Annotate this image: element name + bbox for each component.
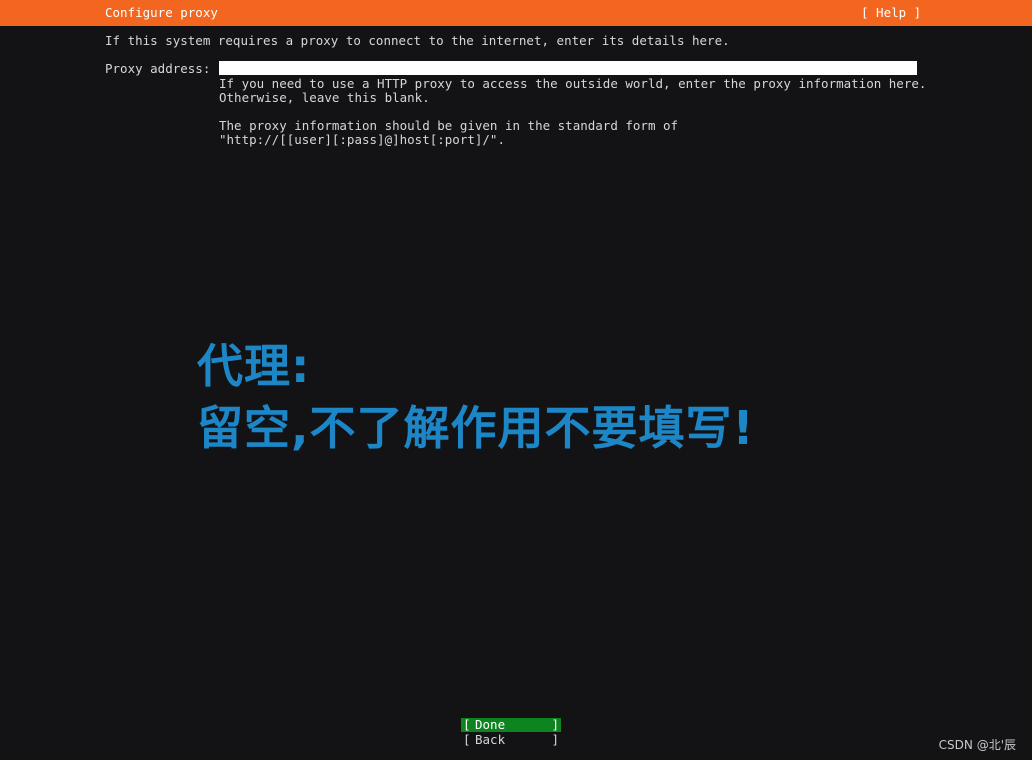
proxy-address-input[interactable]: [219, 61, 917, 75]
back-label: Back: [475, 732, 506, 747]
proxy-help-line-3: The proxy information should be given in…: [219, 118, 679, 133]
overlay-annotation-line-1: 代理:: [197, 339, 311, 393]
back-button[interactable]: [ Back ]: [461, 733, 561, 747]
overlay-annotation-line-2: 留空,不了解作用不要填写!: [197, 401, 755, 455]
header-bar: Configure proxy [ Help ]: [0, 0, 1032, 26]
done-label: Done: [475, 717, 506, 732]
back-bracket-right: ]: [551, 732, 559, 747]
page-title: Configure proxy: [105, 5, 218, 20]
proxy-help-line-2: Otherwise, leave this blank.: [219, 90, 430, 105]
done-bracket-right: ]: [551, 717, 559, 732]
watermark: CSDN @北'辰: [938, 738, 1016, 752]
done-bracket-left: [: [463, 717, 471, 732]
done-button[interactable]: [ Done ]: [461, 718, 561, 732]
proxy-address-label: Proxy address:: [105, 61, 211, 76]
proxy-help-line-4: "http://[[user][:pass]@]host[:port]/".: [219, 132, 505, 147]
help-button[interactable]: [ Help ]: [861, 5, 921, 20]
back-bracket-left: [: [463, 732, 471, 747]
proxy-help-line-1: If you need to use a HTTP proxy to acces…: [219, 76, 927, 91]
intro-text: If this system requires a proxy to conne…: [105, 33, 730, 48]
